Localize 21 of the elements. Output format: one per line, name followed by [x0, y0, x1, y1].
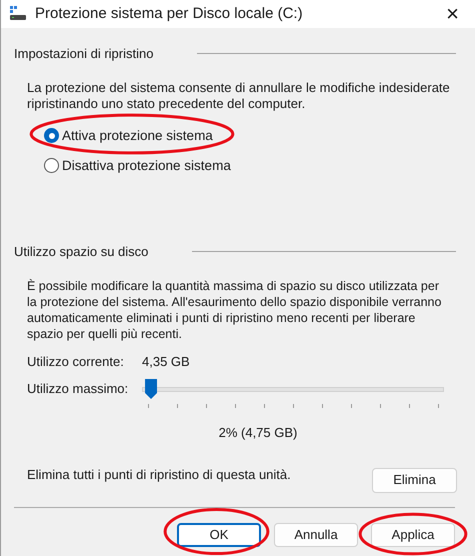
dialog-button[interactable]: OK — [177, 522, 261, 546]
dialog-button[interactable]: Annulla — [274, 522, 358, 546]
group-heading: Impostazioni di ripristino — [14, 45, 154, 63]
current-usage-label: Utilizzo corrente: — [27, 352, 125, 370]
radio-button[interactable] — [44, 158, 59, 174]
drive-icon — [9, 6, 27, 22]
window-title: Protezione sistema per Disco locale (C:) — [35, 4, 304, 24]
slider[interactable] — [142, 379, 444, 399]
delete-button[interactable]: Elimina — [372, 468, 457, 492]
slider-thumb[interactable] — [145, 379, 158, 399]
close-button[interactable]: × — [442, 3, 463, 25]
delete-text: Elimina tutti i punti di ripristino di questa unità. — [27, 466, 291, 484]
description-text: La protezione del sistema consente di annullare le modifiche indesiderate ripristinando uno stato precedente del computer. — [26, 80, 451, 112]
radio-button[interactable] — [44, 128, 59, 144]
group-heading: Utilizzo spazio su disco — [14, 243, 148, 261]
radio-option[interactable]: Disattiva protezione sistema — [44, 156, 231, 176]
max-usage-label: Utilizzo massimo: — [27, 380, 130, 398]
current-usage-value: 4,35 GB — [142, 352, 190, 370]
dialog-button[interactable]: Applica — [371, 522, 455, 546]
max-usage-reading: 2% (4,75 GB) — [218, 424, 298, 442]
description-text: È possibile modificare la quantità massima di spazio su disco utilizzata per la protezione del sistema. All'esaurimento dello spazio disponibile verranno automaticamente eliminati i punti di ripristino meno recenti per liberare spazio per quelli più recenti. — [26, 278, 442, 342]
